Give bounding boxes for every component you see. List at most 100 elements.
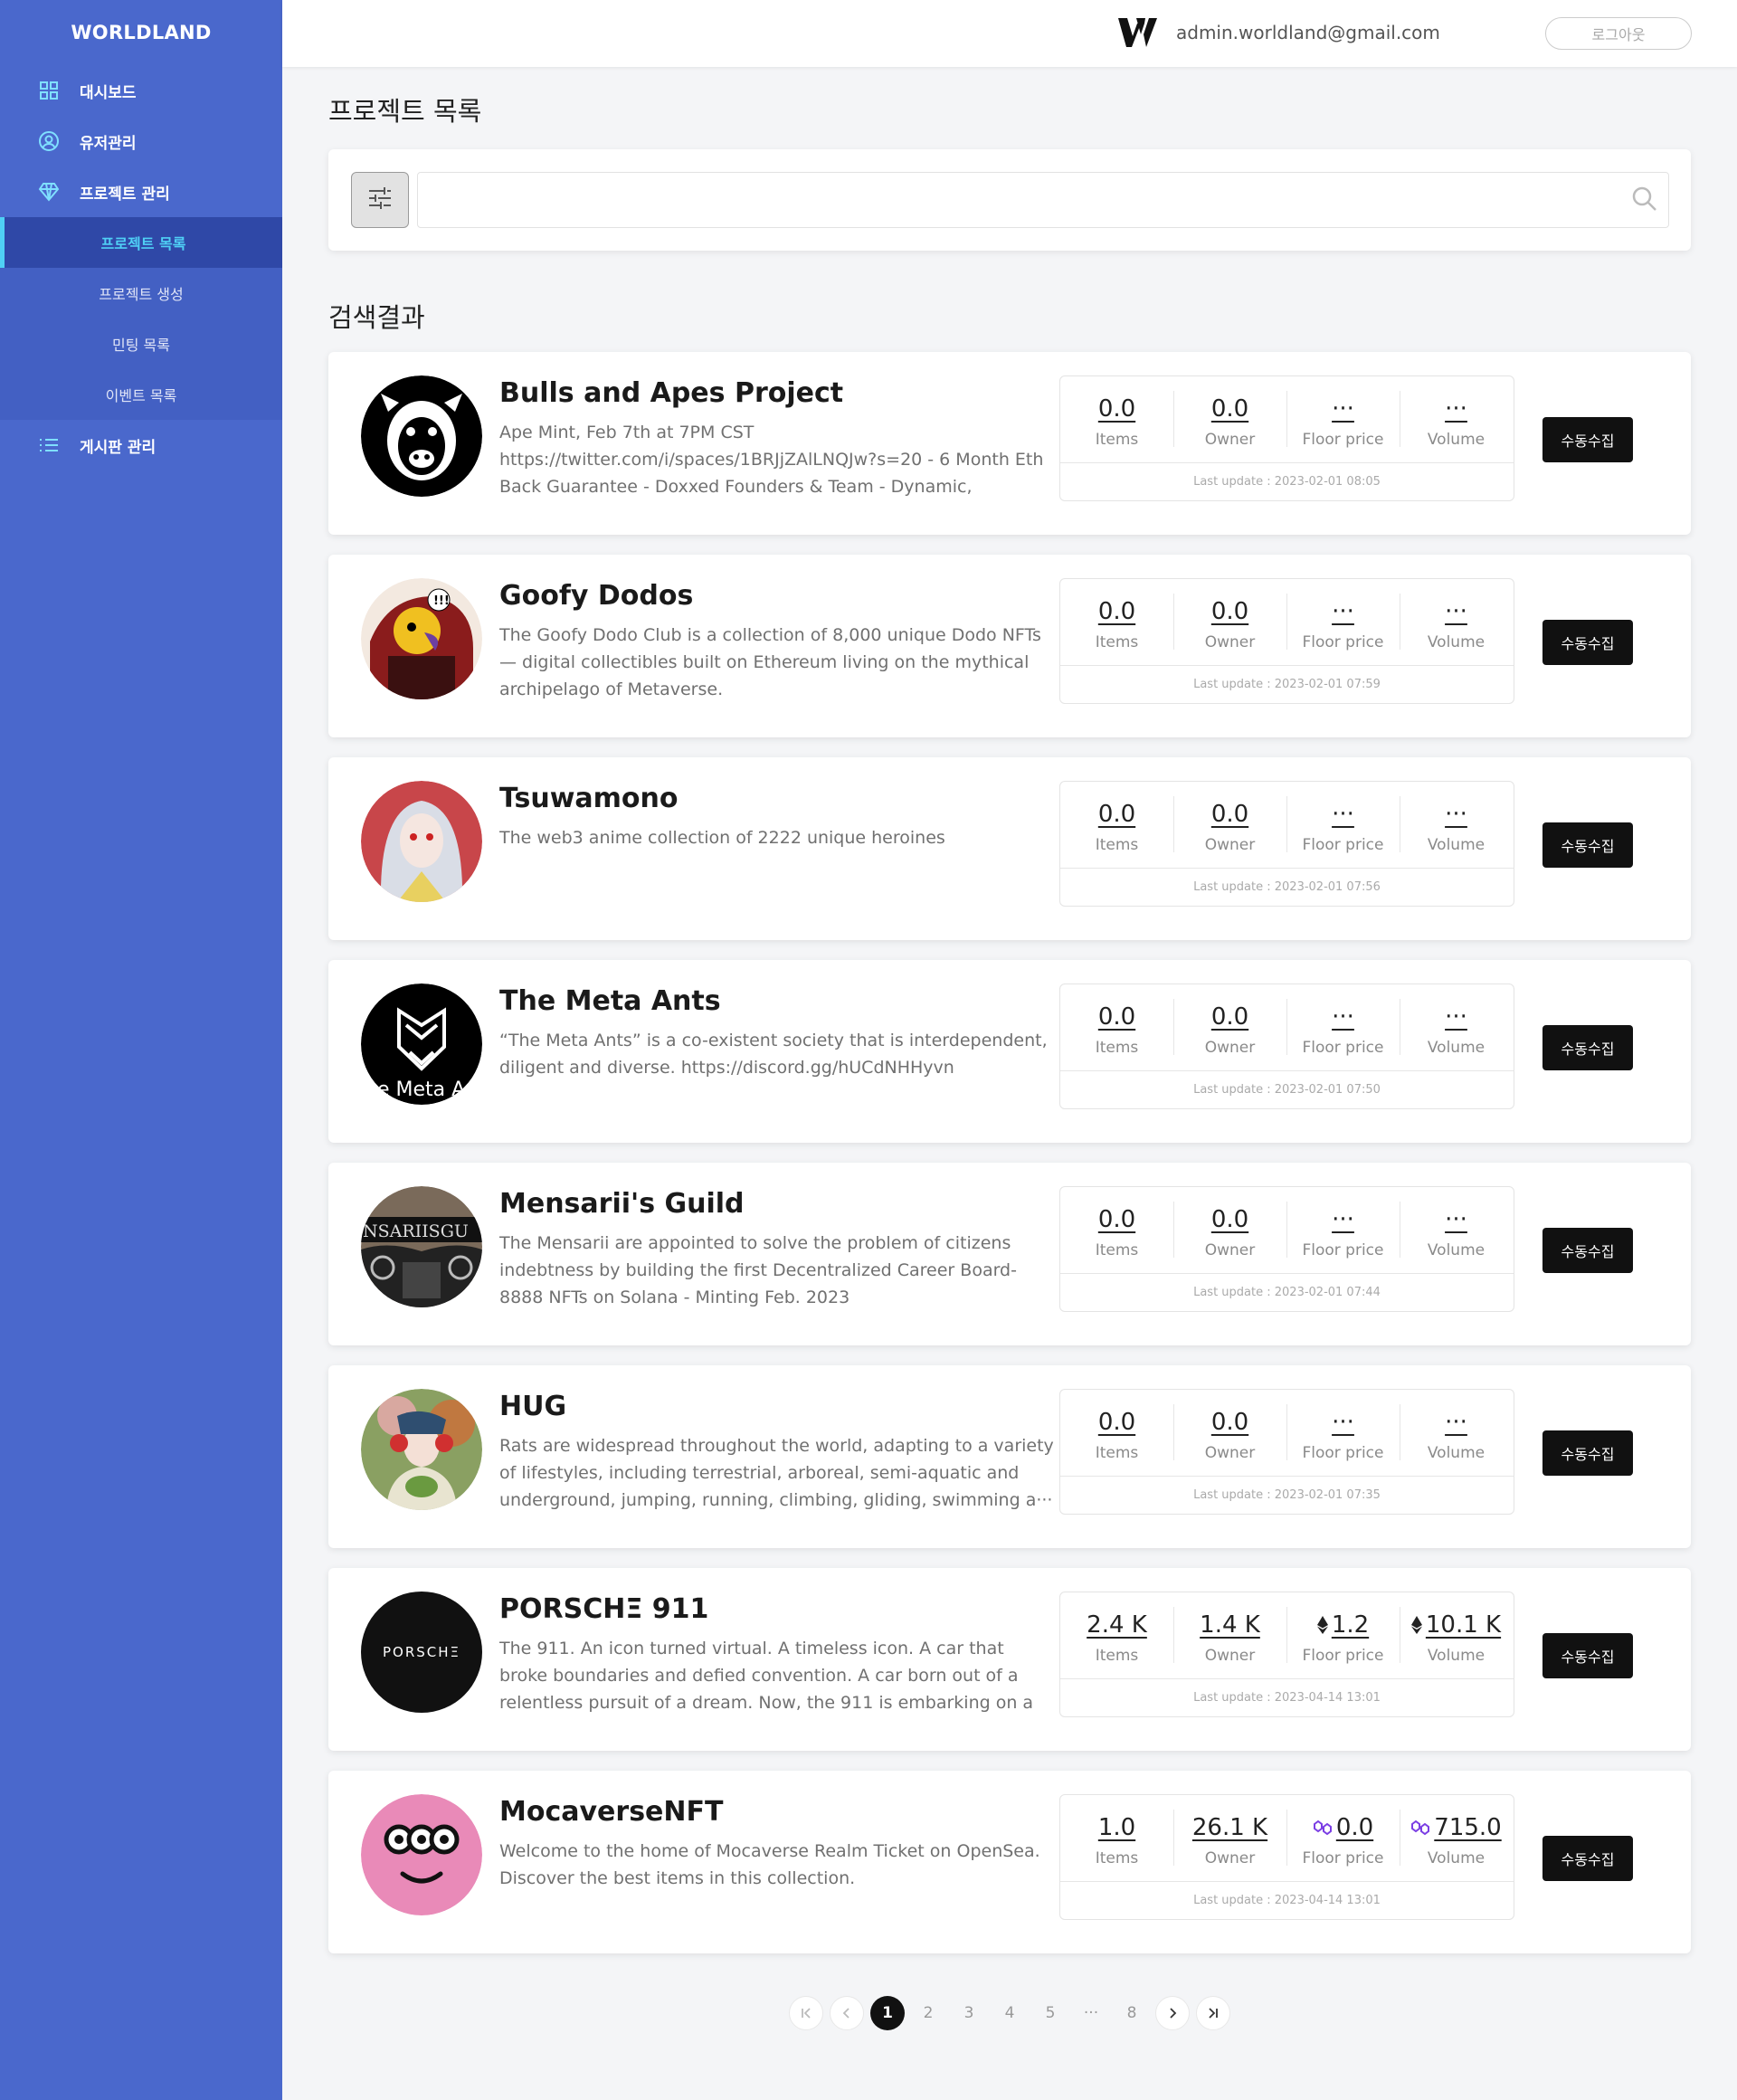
- stat-value[interactable]: 0.0: [1060, 1001, 1173, 1033]
- stat-value[interactable]: 10.1 K: [1400, 1609, 1513, 1641]
- stat-value[interactable]: ···: [1286, 1203, 1400, 1236]
- page-button-3[interactable]: 3: [952, 1996, 986, 2030]
- stat-value[interactable]: 0.0: [1173, 595, 1286, 628]
- stat-volume: ··· Volume: [1400, 1187, 1513, 1273]
- stat-value[interactable]: 1.4 K: [1173, 1609, 1286, 1641]
- project-card[interactable]: !!! Goofy Dodos The Goofy Dodo Club is a c…: [328, 555, 1691, 737]
- stat-value[interactable]: ···: [1400, 798, 1513, 831]
- sidebar-item-label: 프로젝트 관리: [80, 185, 170, 204]
- sidebar-subitem-event-list[interactable]: 이벤트 목록: [0, 369, 282, 420]
- sidebar-subitem-project-list[interactable]: 프로젝트 목록: [0, 217, 282, 268]
- sidebar-subitem-project-create[interactable]: 프로젝트 생성: [0, 268, 282, 318]
- stat-value[interactable]: 0.0: [1173, 1203, 1286, 1236]
- sidebar-item-label: 게시판 관리: [80, 438, 157, 457]
- stat-value[interactable]: 0.0: [1060, 393, 1173, 425]
- project-card[interactable]: Tsuwamono The web3 anime collection of 22…: [328, 757, 1691, 940]
- project-card[interactable]: he Meta An The Meta Ants “The Meta Ants” i…: [328, 960, 1691, 1143]
- stat-value[interactable]: ···: [1400, 595, 1513, 628]
- page-button-4[interactable]: 4: [992, 1996, 1027, 2030]
- manual-collect-button[interactable]: 수동수집: [1542, 1025, 1633, 1070]
- project-name[interactable]: MocaverseNFT: [499, 1796, 723, 1828]
- sidebar-item-users[interactable]: 유저관리: [0, 116, 282, 166]
- stat-value[interactable]: ···: [1286, 1001, 1400, 1033]
- prev-page-button[interactable]: [830, 1996, 864, 2030]
- stat-label: Volume: [1427, 1039, 1485, 1057]
- project-name[interactable]: Mensarii's Guild: [499, 1188, 745, 1220]
- stat-value[interactable]: ···: [1400, 1406, 1513, 1439]
- stat-value[interactable]: ···: [1400, 393, 1513, 425]
- manual-collect-button[interactable]: 수동수집: [1542, 822, 1633, 868]
- project-avatar: NSARIISGU: [361, 1186, 482, 1307]
- stat-value[interactable]: 1.2: [1286, 1609, 1400, 1641]
- project-name[interactable]: Goofy Dodos: [499, 580, 693, 612]
- stat-value-text: ···: [1332, 1206, 1354, 1233]
- stat-value[interactable]: ···: [1286, 393, 1400, 425]
- project-name[interactable]: Bulls and Apes Project: [499, 377, 843, 409]
- project-name[interactable]: PORSCHΞ 911: [499, 1593, 708, 1625]
- sidebar-subitem-minting-list[interactable]: 민팅 목록: [0, 318, 282, 369]
- page-button-1[interactable]: 1: [870, 1996, 905, 2030]
- filter-button[interactable]: [351, 172, 409, 228]
- stat-value[interactable]: 1.0: [1060, 1811, 1173, 1844]
- stat-value-text: 1.2: [1331, 1611, 1370, 1639]
- stat-value[interactable]: 0.0: [1060, 1406, 1173, 1439]
- project-card[interactable]: HUG Rats are widespread throughout the wo…: [328, 1365, 1691, 1548]
- manual-collect-button[interactable]: 수동수집: [1542, 620, 1633, 665]
- next-page-button[interactable]: [1155, 1996, 1190, 2030]
- stat-volume: 10.1 K Volume: [1400, 1592, 1513, 1678]
- manual-collect-button[interactable]: 수동수집: [1542, 417, 1633, 462]
- project-name[interactable]: HUG: [499, 1391, 566, 1422]
- manual-collect-button[interactable]: 수동수집: [1542, 1836, 1633, 1881]
- page-button-2[interactable]: 2: [911, 1996, 945, 2030]
- logout-button[interactable]: 로그아웃: [1545, 17, 1692, 50]
- manual-collect-button[interactable]: 수동수집: [1542, 1228, 1633, 1273]
- project-avatar: PORSCHΞ: [361, 1592, 482, 1713]
- stat-value[interactable]: ···: [1286, 595, 1400, 628]
- page-button-8[interactable]: 8: [1115, 1996, 1149, 2030]
- first-page-button[interactable]: [789, 1996, 823, 2030]
- last-page-button[interactable]: [1196, 1996, 1230, 2030]
- project-card[interactable]: NSARIISGU Mensarii's Guild The Mensarii ar…: [328, 1163, 1691, 1345]
- stat-value[interactable]: ···: [1286, 798, 1400, 831]
- stat-floor: 0.0 Floor price: [1286, 1795, 1400, 1881]
- search-icon[interactable]: [1631, 185, 1658, 213]
- stat-value[interactable]: 26.1 K: [1173, 1811, 1286, 1844]
- sidebar-item-dashboard[interactable]: 대시보드: [0, 65, 282, 116]
- page-button-5[interactable]: 5: [1033, 1996, 1068, 2030]
- stat-volume: ··· Volume: [1400, 579, 1513, 665]
- project-card[interactable]: Bulls and Apes Project Ape Mint, Feb 7th …: [328, 352, 1691, 535]
- stat-value[interactable]: 0.0: [1173, 393, 1286, 425]
- brand-logo[interactable]: WORLDLAND: [0, 0, 282, 65]
- stat-label: Owner: [1204, 633, 1256, 651]
- stat-value[interactable]: 0.0: [1286, 1811, 1400, 1844]
- project-name[interactable]: The Meta Ants: [499, 985, 721, 1017]
- sidebar-item-board[interactable]: 게시판 관리: [0, 420, 282, 470]
- manual-collect-button[interactable]: 수동수집: [1542, 1633, 1633, 1678]
- stat-value[interactable]: 0.0: [1173, 798, 1286, 831]
- stat-value[interactable]: 0.0: [1060, 1203, 1173, 1236]
- stat-items: 0.0 Items: [1060, 1187, 1173, 1273]
- project-avatar: !!!: [361, 578, 482, 699]
- stat-label: Items: [1095, 1647, 1139, 1665]
- stat-value[interactable]: 715.0: [1400, 1811, 1513, 1844]
- stat-value[interactable]: ···: [1400, 1203, 1513, 1236]
- sidebar-item-projects[interactable]: 프로젝트 관리: [0, 166, 282, 217]
- project-card[interactable]: PORSCHΞ PORSCHΞ 911 The 911. An icon turne…: [328, 1568, 1691, 1751]
- stat-floor: ··· Floor price: [1286, 376, 1400, 462]
- stat-value[interactable]: ···: [1286, 1406, 1400, 1439]
- stat-label: Items: [1095, 1849, 1139, 1867]
- project-card[interactable]: MocaverseNFT Welcome to the home of Mocav…: [328, 1771, 1691, 1953]
- project-name[interactable]: Tsuwamono: [499, 783, 679, 814]
- stat-value[interactable]: 0.0: [1060, 798, 1173, 831]
- stat-value[interactable]: 2.4 K: [1060, 1609, 1173, 1641]
- manual-collect-button[interactable]: 수동수집: [1542, 1430, 1633, 1476]
- stat-value[interactable]: 0.0: [1173, 1406, 1286, 1439]
- stat-value[interactable]: 0.0: [1060, 595, 1173, 628]
- stat-value[interactable]: 0.0: [1173, 1001, 1286, 1033]
- stat-owner: 0.0 Owner: [1173, 376, 1286, 462]
- stat-label: Items: [1095, 1241, 1139, 1259]
- stat-floor: ··· Floor price: [1286, 1187, 1400, 1273]
- search-input[interactable]: [417, 172, 1669, 228]
- stat-value[interactable]: ···: [1400, 1001, 1513, 1033]
- stat-label: Floor price: [1302, 1849, 1384, 1867]
